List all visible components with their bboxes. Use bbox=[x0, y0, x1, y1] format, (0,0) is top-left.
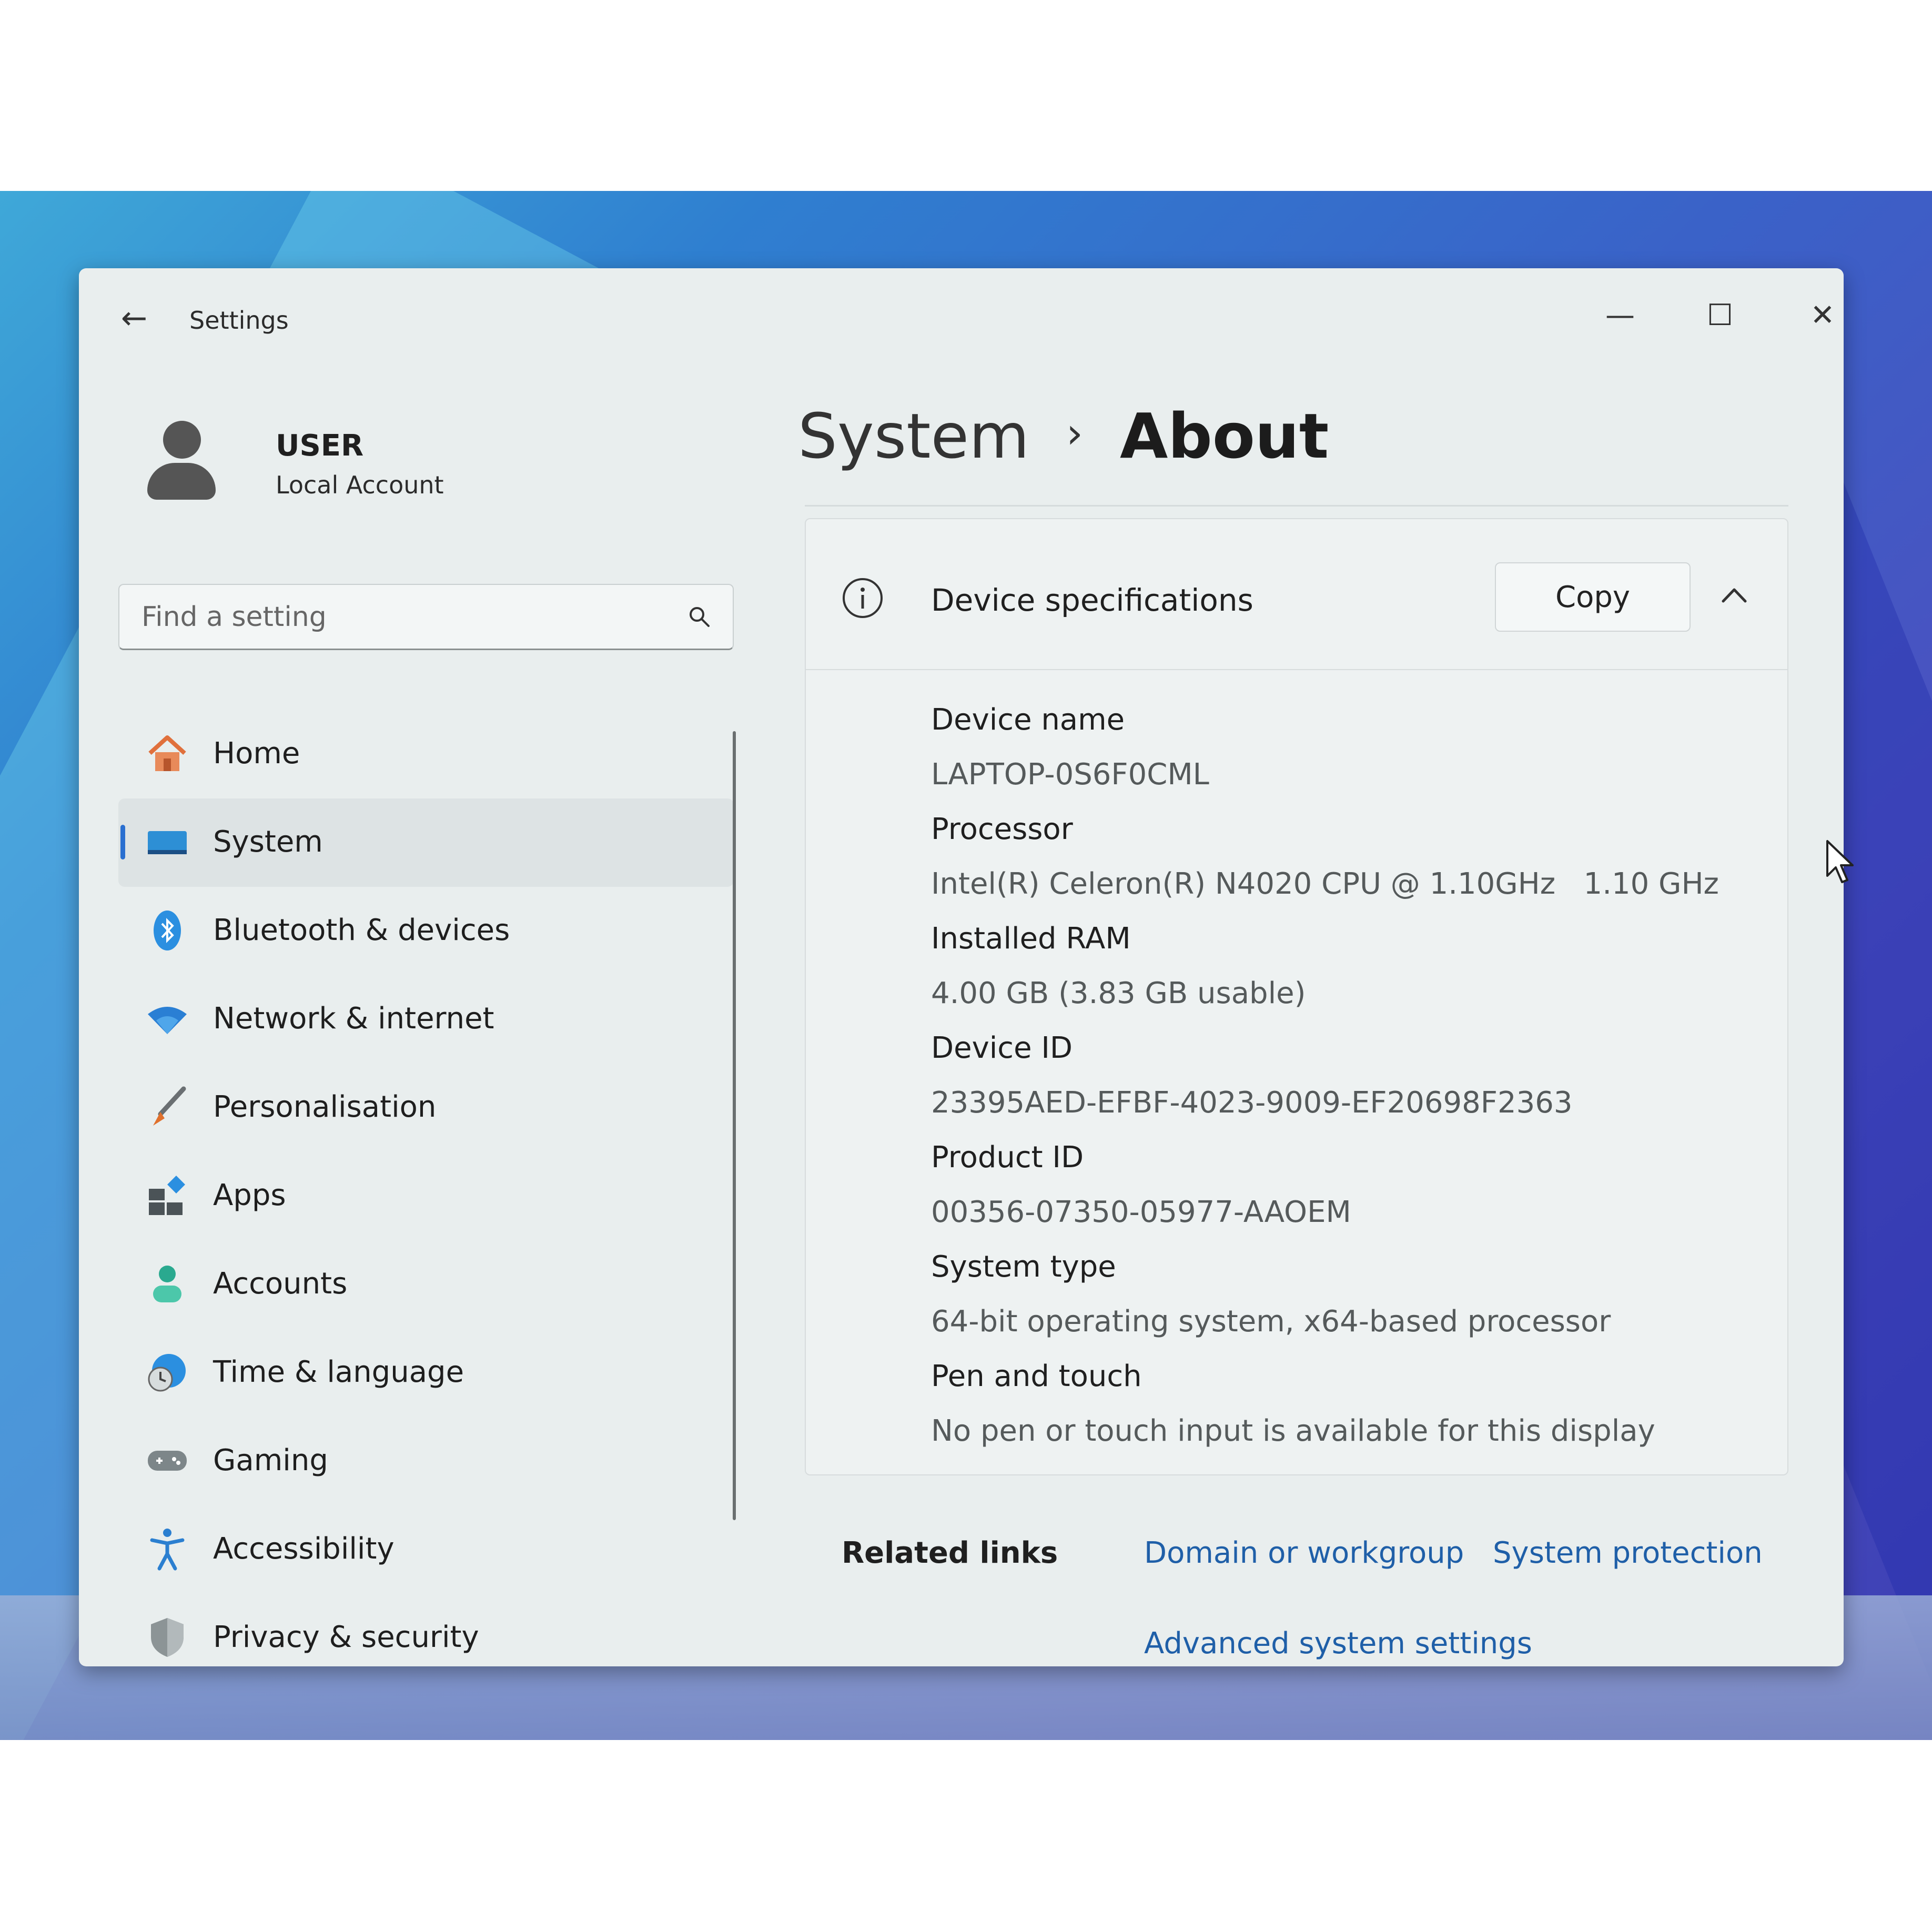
divider bbox=[805, 505, 1788, 507]
sidebar-item-time-language[interactable]: Time & language bbox=[118, 1329, 734, 1417]
search-icon[interactable] bbox=[687, 605, 711, 628]
spec-value: LAPTOP-0S6F0CML bbox=[931, 757, 1209, 792]
spec-label: Installed RAM bbox=[931, 922, 1131, 956]
sidebar-item-accessibility[interactable]: Accessibility bbox=[118, 1505, 734, 1594]
breadcrumb-parent[interactable]: System bbox=[798, 400, 1029, 472]
profile-name: USER bbox=[276, 429, 364, 463]
active-indicator bbox=[120, 825, 125, 859]
sidebar-item-label: Time & language bbox=[213, 1355, 464, 1389]
sidebar-item-gaming[interactable]: Gaming bbox=[118, 1417, 734, 1505]
sidebar-nav: Home System Bluetooth & devices Network … bbox=[118, 710, 734, 1666]
sidebar-item-label: Accessibility bbox=[213, 1532, 395, 1566]
breadcrumb: System › About bbox=[798, 400, 1329, 472]
system-icon bbox=[148, 831, 187, 854]
sidebar-item-label: Home bbox=[213, 736, 300, 771]
spec-value: 64-bit operating system, x64-based proce… bbox=[931, 1304, 1611, 1339]
info-icon bbox=[843, 578, 883, 618]
spec-label: Processor bbox=[931, 812, 1073, 846]
sidebar-item-accounts[interactable]: Accounts bbox=[118, 1240, 734, 1329]
device-specifications-header[interactable]: Device specifications Copy bbox=[806, 519, 1787, 670]
back-button[interactable]: ← bbox=[116, 300, 153, 337]
sidebar-item-home[interactable]: Home bbox=[118, 710, 734, 798]
search-input[interactable] bbox=[140, 585, 669, 649]
accessibility-icon bbox=[150, 1529, 185, 1571]
mouse-cursor-icon bbox=[1826, 840, 1854, 883]
spec-label: Device name bbox=[931, 703, 1125, 737]
link-system-protection[interactable]: System protection bbox=[1493, 1536, 1763, 1570]
sidebar-item-network[interactable]: Network & internet bbox=[118, 975, 734, 1064]
maximize-icon: ☐ bbox=[1706, 298, 1734, 332]
spec-list: Device name LAPTOP-0S6F0CML Processor In… bbox=[931, 693, 1719, 1459]
sidebar-item-label: Privacy & security bbox=[213, 1620, 479, 1654]
spec-value: 23395AED-EFBF-4023-9009-EF20698F2363 bbox=[931, 1086, 1573, 1120]
bluetooth-icon bbox=[154, 911, 181, 950]
profile-account-type: Local Account bbox=[276, 471, 444, 499]
sidebar-item-label: Accounts bbox=[213, 1267, 348, 1301]
link-domain-workgroup[interactable]: Domain or workgroup bbox=[1144, 1536, 1464, 1570]
section-title: Device specifications bbox=[931, 582, 1253, 618]
close-icon: ✕ bbox=[1810, 298, 1835, 332]
sidebar-item-bluetooth[interactable]: Bluetooth & devices bbox=[118, 887, 734, 975]
chevron-right-icon: › bbox=[1066, 409, 1084, 458]
title-bar: ← Settings — ☐ ✕ bbox=[79, 268, 1844, 337]
sidebar-item-privacy[interactable]: Privacy & security bbox=[118, 1594, 734, 1666]
minimize-button[interactable]: — bbox=[1589, 289, 1652, 342]
minimize-icon: — bbox=[1605, 298, 1635, 332]
settings-window: ← Settings — ☐ ✕ USER Local Account Find… bbox=[79, 268, 1844, 1666]
search-box[interactable] bbox=[118, 584, 734, 650]
accounts-icon bbox=[153, 1266, 181, 1302]
wifi-icon bbox=[148, 1007, 187, 1034]
copy-button[interactable]: Copy bbox=[1495, 562, 1691, 632]
globe-clock-icon bbox=[148, 1354, 186, 1392]
sidebar-item-label: Apps bbox=[213, 1178, 286, 1212]
spec-value: 4.00 GB (3.83 GB usable) bbox=[931, 976, 1306, 1010]
spec-value: Intel(R) Celeron(R) N4020 CPU @ 1.10GHz … bbox=[931, 867, 1719, 901]
sidebar-item-label: System bbox=[213, 825, 323, 859]
sidebar-item-system[interactable]: System bbox=[118, 798, 734, 887]
spec-value: No pen or touch input is available for t… bbox=[931, 1414, 1655, 1448]
device-specifications-card: Device specifications Copy Device name L… bbox=[805, 518, 1788, 1475]
sidebar-scrollbar[interactable] bbox=[733, 731, 736, 1520]
gamepad-icon bbox=[148, 1451, 187, 1471]
chevron-up-icon[interactable] bbox=[1716, 577, 1753, 614]
link-advanced-system-settings[interactable]: Advanced system settings bbox=[1144, 1626, 1532, 1661]
home-icon bbox=[148, 735, 186, 771]
spec-value: 00356-07350-05977-AAOEM bbox=[931, 1195, 1351, 1229]
back-arrow-icon: ← bbox=[120, 300, 148, 337]
brush-icon bbox=[153, 1086, 186, 1126]
app-title: Settings bbox=[189, 306, 289, 335]
spec-label: Device ID bbox=[931, 1031, 1073, 1065]
sidebar-item-apps[interactable]: Apps bbox=[118, 1152, 734, 1240]
apps-icon bbox=[149, 1176, 185, 1215]
shield-icon bbox=[151, 1618, 184, 1657]
spec-label: System type bbox=[931, 1250, 1116, 1284]
related-links-label: Related links bbox=[842, 1536, 1058, 1570]
spec-label: Product ID bbox=[931, 1140, 1084, 1175]
maximize-button[interactable]: ☐ bbox=[1688, 289, 1752, 342]
spec-label: Pen and touch bbox=[931, 1359, 1142, 1393]
avatar-icon[interactable] bbox=[147, 421, 216, 505]
sidebar-item-label: Personalisation bbox=[213, 1090, 437, 1124]
sidebar-item-label: Gaming bbox=[213, 1443, 328, 1478]
sidebar-item-label: Network & internet bbox=[213, 1002, 494, 1036]
sidebar-item-label: Bluetooth & devices bbox=[213, 913, 510, 947]
page-title: About bbox=[1120, 400, 1329, 472]
close-button[interactable]: ✕ bbox=[1791, 289, 1844, 342]
sidebar-item-personalisation[interactable]: Personalisation bbox=[118, 1064, 734, 1152]
